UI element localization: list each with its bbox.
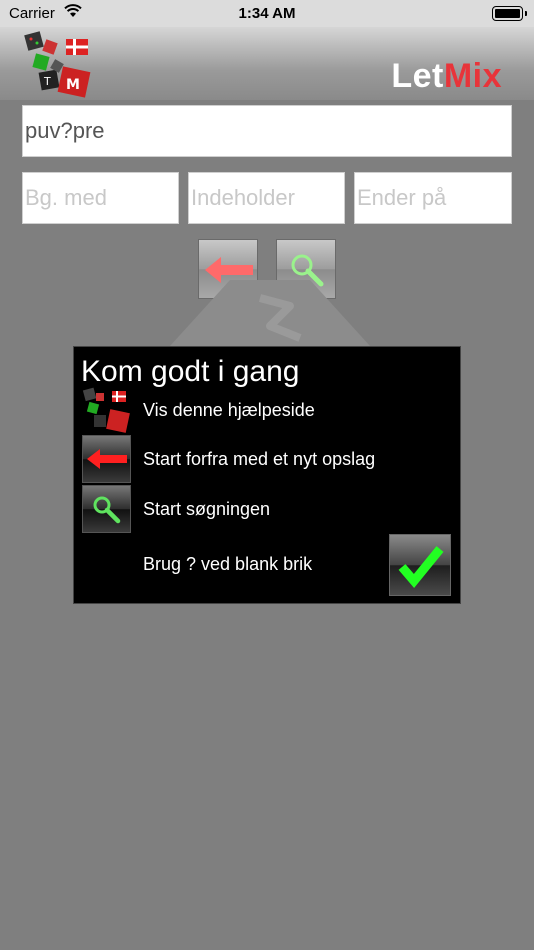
help-title: Kom godt i gang (81, 355, 300, 388)
clock: 1:34 AM (238, 5, 296, 22)
begins-with-input[interactable] (25, 173, 176, 223)
letmix-logo-icon (82, 387, 131, 435)
letmix-logo-icon[interactable]: T M (22, 31, 94, 99)
app-header: T M LetMix (0, 27, 534, 100)
green-checkmark-icon (398, 546, 444, 589)
pattern-input[interactable] (25, 106, 509, 156)
help-dialog: Kom godt i gang Vis denne hjælpeside Sta… (73, 346, 461, 604)
begins-with-field[interactable] (22, 172, 179, 224)
green-magnifier-icon (82, 485, 131, 533)
svg-text:T: T (43, 75, 51, 88)
ok-button[interactable] (389, 534, 451, 596)
brand-let: Let (391, 57, 444, 95)
help-row-1-text: Vis denne hjælpeside (143, 400, 315, 420)
battery-icon (492, 6, 527, 21)
help-pointer (170, 280, 370, 346)
brand-mix: Mix (443, 57, 502, 95)
red-left-arrow-icon (82, 435, 131, 483)
status-bar: Carrier 1:34 AM (0, 0, 534, 27)
help-row-4-text: Brug ? ved blank brik (143, 554, 313, 574)
app-brand: LetMix (391, 57, 502, 96)
pattern-field[interactable] (22, 105, 512, 157)
svg-text:M: M (66, 77, 80, 93)
help-row-3-text: Start søgningen (143, 499, 271, 519)
help-row-2-text: Start forfra med et nyt opslag (143, 449, 376, 469)
contains-input[interactable] (191, 173, 342, 223)
ends-with-field[interactable] (354, 172, 512, 224)
contains-field[interactable] (188, 172, 345, 224)
ends-with-input[interactable] (357, 173, 509, 223)
